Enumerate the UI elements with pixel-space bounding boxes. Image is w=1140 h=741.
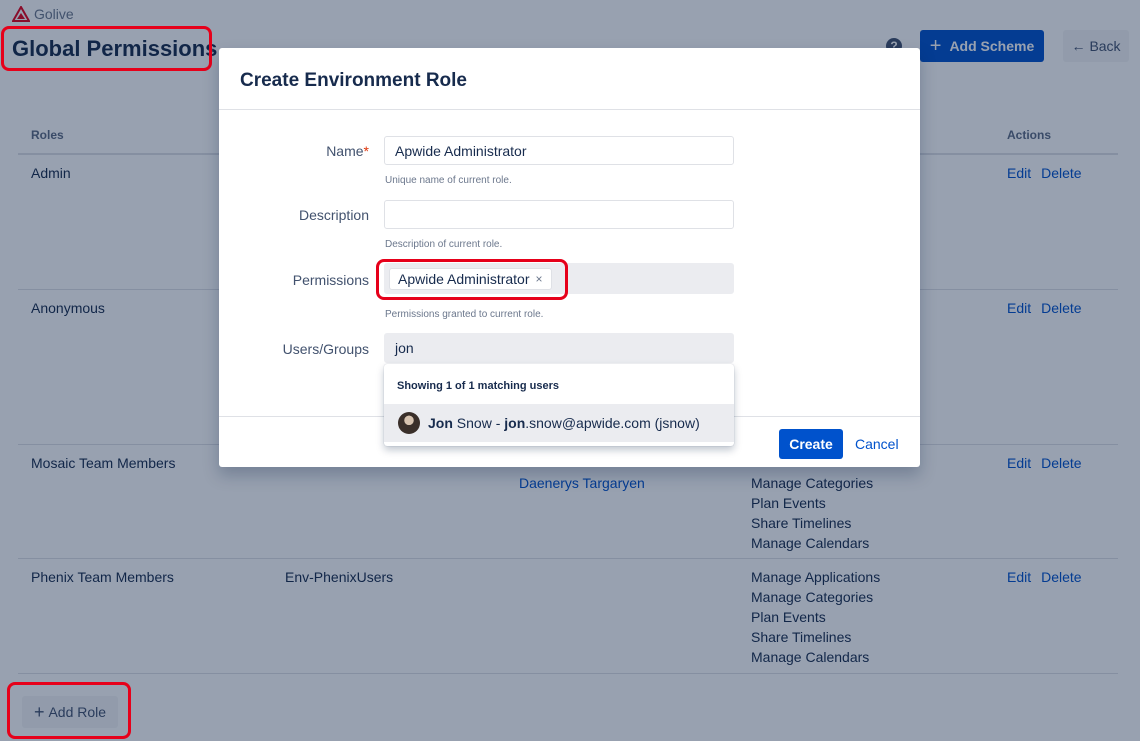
- permissions-help: Permissions granted to current role.: [385, 309, 544, 320]
- users-groups-label: Users/Groups: [282, 341, 369, 357]
- dropdown-header: Showing 1 of 1 matching users: [397, 380, 559, 392]
- cancel-button[interactable]: Cancel: [855, 436, 899, 452]
- permission-chip-label: Apwide Administrator: [398, 270, 530, 287]
- create-environment-role-dialog: Create Environment Role Name* Apwide Adm…: [219, 48, 920, 467]
- name-label: Name*: [326, 143, 369, 159]
- permission-chip[interactable]: Apwide Administrator ×: [389, 267, 552, 290]
- description-label: Description: [298, 207, 369, 223]
- user-suggestions-dropdown: Showing 1 of 1 matching users Jon Snow -…: [384, 364, 734, 446]
- user-suggestion-text: Jon Snow - jon.snow@apwide.com (jsnow): [428, 415, 700, 431]
- name-help: Unique name of current role.: [385, 175, 512, 186]
- dialog-title: Create Environment Role: [240, 70, 467, 91]
- permissions-label: Permissions: [292, 272, 369, 288]
- users-groups-input[interactable]: jon: [384, 333, 734, 363]
- create-button[interactable]: Create: [779, 429, 843, 459]
- user-suggestion-item[interactable]: Jon Snow - jon.snow@apwide.com (jsnow): [384, 404, 734, 442]
- description-help: Description of current role.: [385, 239, 503, 250]
- description-field[interactable]: [384, 200, 734, 229]
- dialog-header-divider: [219, 109, 920, 110]
- avatar: [398, 412, 420, 434]
- permissions-field[interactable]: Apwide Administrator ×: [384, 263, 734, 294]
- name-field[interactable]: Apwide Administrator: [384, 136, 734, 165]
- required-mark: *: [363, 143, 369, 159]
- remove-chip-icon[interactable]: ×: [536, 272, 543, 286]
